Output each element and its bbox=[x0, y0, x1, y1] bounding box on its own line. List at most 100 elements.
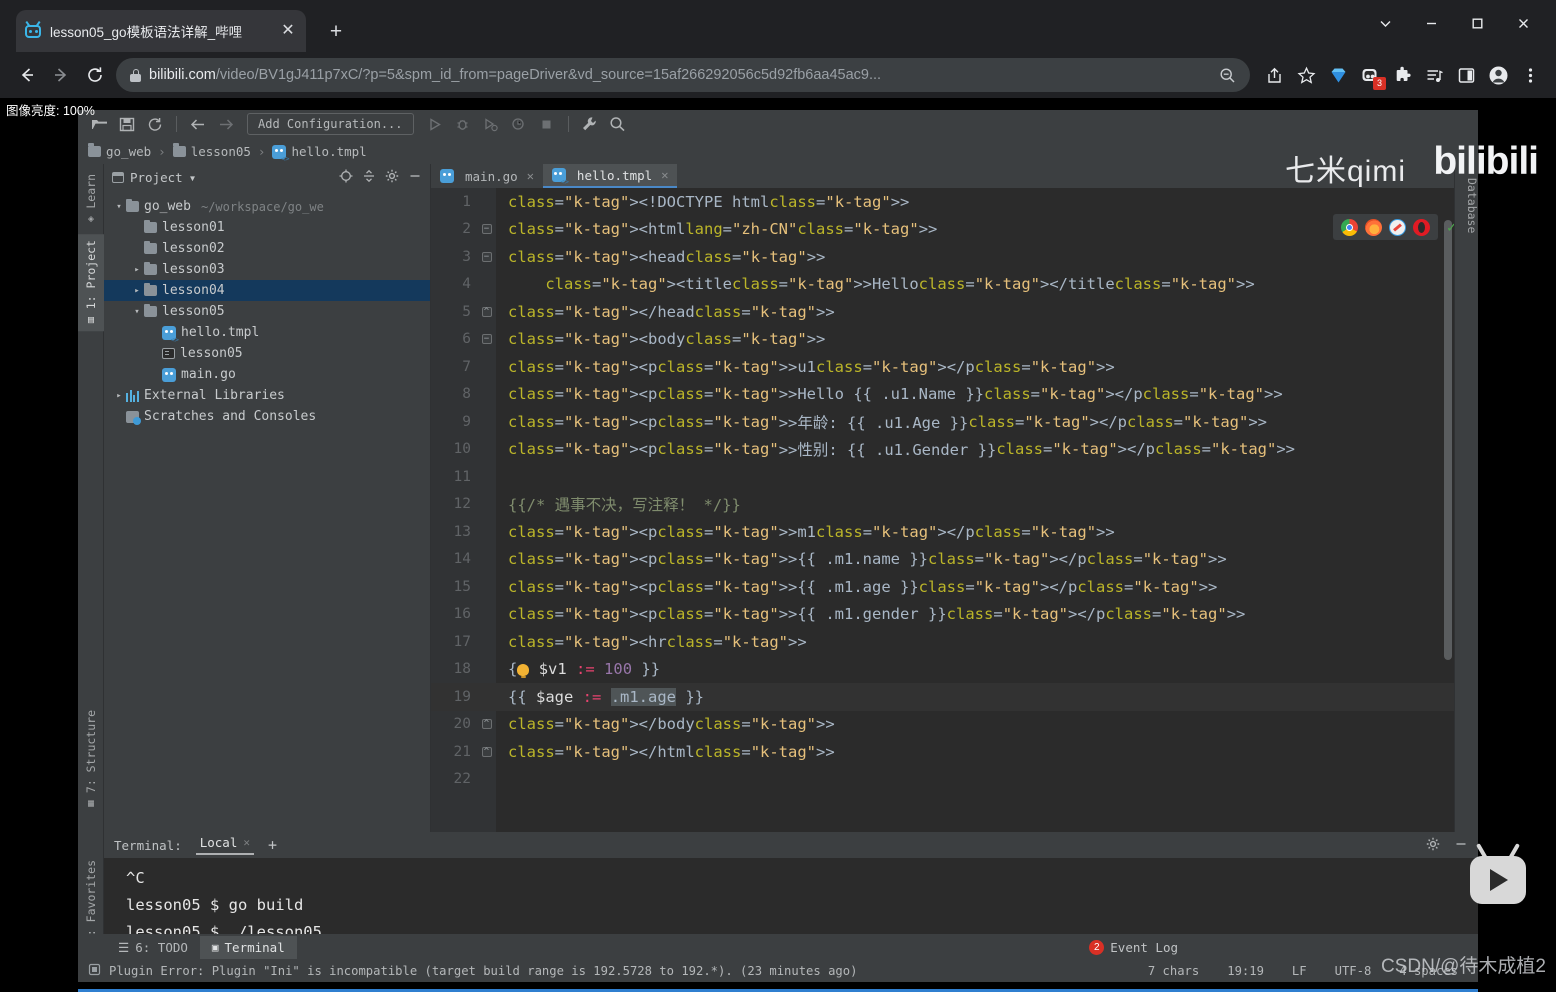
expand-arrow-icon[interactable]: ▾ bbox=[112, 202, 126, 212]
code-line[interactable]: 10 class="k-tag"><p class = "k-tag" >>性别: {{ … bbox=[431, 436, 1454, 464]
debug-icon[interactable] bbox=[450, 112, 476, 136]
side-panel-icon[interactable] bbox=[1450, 58, 1482, 92]
tool-tab-todo[interactable]: ☰ 6: TODO bbox=[106, 936, 200, 959]
code-fold-toggle-icon[interactable]: − bbox=[481, 224, 492, 235]
code-line[interactable]: 22 bbox=[431, 766, 1454, 794]
back-arrow-icon[interactable] bbox=[10, 58, 44, 92]
new-tab-button[interactable]: + bbox=[322, 18, 350, 46]
inspection-ok-icon[interactable]: ✓ bbox=[1447, 218, 1454, 236]
zoom-out-icon[interactable] bbox=[1214, 62, 1240, 88]
code-line[interactable]: 11 bbox=[431, 463, 1454, 491]
code-fold-toggle-icon[interactable]: ^ bbox=[481, 306, 492, 317]
tree-item-lesson01[interactable]: lesson01 bbox=[104, 217, 430, 238]
breadcrumb-item-go-web[interactable]: go_web bbox=[88, 143, 151, 159]
status-message[interactable]: Plugin Error: Plugin "Ini" is incompatib… bbox=[88, 963, 857, 979]
code-line[interactable]: 4 class="k-tag"><title class = "k-tag" >>Hel… bbox=[431, 271, 1454, 299]
tree-item-scratches-and-consoles[interactable]: Scratches and Consoles bbox=[104, 406, 430, 427]
safari-icon[interactable] bbox=[1389, 218, 1406, 236]
settings-gear-icon[interactable] bbox=[385, 168, 399, 187]
run-coverage-icon[interactable] bbox=[478, 112, 504, 136]
code-fold-toggle-icon[interactable]: − bbox=[481, 251, 492, 262]
browser-tab[interactable]: lesson05_go模板语法详解_哔哩 ✕ bbox=[16, 10, 306, 52]
terminal-tab-local[interactable]: Local ✕ bbox=[195, 835, 254, 855]
code-line[interactable]: 7 class="k-tag"><p class = "k-tag" >>u1 class =… bbox=[431, 353, 1454, 381]
sidebar-item-project[interactable]: ▤ 1: Project bbox=[78, 234, 104, 332]
code-line[interactable]: 17 class="k-tag"><hr class = "k-tag" >> bbox=[431, 628, 1454, 656]
code-line[interactable]: 14 class="k-tag"><p class = "k-tag" >>{{ .m1.… bbox=[431, 546, 1454, 574]
tree-item-lesson04[interactable]: ▸ lesson04 bbox=[104, 280, 430, 301]
code-fold-toggle-icon[interactable]: ^ bbox=[481, 719, 492, 730]
forward-arrow-icon[interactable] bbox=[44, 58, 78, 92]
minimize-icon[interactable] bbox=[1408, 6, 1454, 40]
forward-arrow-icon[interactable] bbox=[213, 112, 239, 136]
code-line[interactable]: 21 ^ class="k-tag"></html class = "k-tag" >> bbox=[431, 738, 1454, 766]
opera-icon[interactable] bbox=[1413, 218, 1430, 236]
locate-target-icon[interactable] bbox=[339, 168, 353, 187]
status-encoding[interactable]: UTF-8 bbox=[1335, 964, 1372, 978]
editor-tab-main-go[interactable]: main.go ✕ bbox=[431, 164, 543, 188]
expand-arrow-icon[interactable]: ▸ bbox=[130, 286, 144, 296]
close-icon[interactable] bbox=[1500, 6, 1546, 40]
close-icon[interactable]: ✕ bbox=[278, 21, 298, 41]
intention-bulb-icon[interactable] bbox=[517, 664, 530, 679]
status-line-separator[interactable]: LF bbox=[1292, 964, 1307, 978]
star-icon[interactable] bbox=[1290, 58, 1322, 92]
collapse-all-icon[interactable] bbox=[362, 168, 376, 187]
badge-icon[interactable]: 3 bbox=[1354, 58, 1386, 92]
run-configuration-selector[interactable]: Add Configuration... bbox=[247, 113, 414, 135]
code-line[interactable]: 8 class="k-tag"><p class = "k-tag" >>Hello {{… bbox=[431, 381, 1454, 409]
code-line[interactable]: 1 class="k-tag"><!DOCTYPE html class = "k-ta… bbox=[431, 188, 1454, 216]
code-line[interactable]: 18 { $v1 := 100 }} bbox=[431, 656, 1454, 684]
code-fold-toggle-icon[interactable]: ^ bbox=[481, 746, 492, 757]
profile-avatar-icon[interactable] bbox=[1482, 58, 1514, 92]
project-panel-title[interactable]: Project ▾ bbox=[112, 170, 196, 185]
expand-arrow-icon[interactable]: ▸ bbox=[130, 265, 144, 275]
code-line[interactable]: 5 ^ class="k-tag"></head class = "k-tag" >> bbox=[431, 298, 1454, 326]
tree-item-main-go[interactable]: main.go bbox=[104, 364, 430, 385]
hide-panel-icon[interactable] bbox=[1454, 837, 1468, 854]
extensions-puzzle-icon[interactable] bbox=[1386, 58, 1418, 92]
editor-tab-hello-tmpl[interactable]: hello.tmpl ✕ bbox=[542, 164, 678, 188]
address-bar[interactable]: bilibili.com/video/BV1gJ411p7xC/?p=5&spm… bbox=[116, 58, 1250, 92]
code-line[interactable]: 2− class="k-tag"><html lang = "zh-CN" class =… bbox=[431, 216, 1454, 244]
share-icon[interactable] bbox=[1258, 58, 1290, 92]
breadcrumb-item-lesson05[interactable]: lesson05 bbox=[172, 143, 251, 159]
code-line[interactable]: 19 {{ $age := .m1.age }} bbox=[431, 683, 1454, 711]
diamond-icon[interactable] bbox=[1322, 58, 1354, 92]
code-line[interactable]: 12 {{/* 遇事不决，写注释！ */}} bbox=[431, 491, 1454, 519]
breadcrumb-item-hello-tmpl[interactable]: hello.tmpl bbox=[272, 144, 367, 163]
close-icon[interactable]: ✕ bbox=[661, 168, 668, 182]
tree-item-lesson05[interactable]: lesson05 bbox=[104, 343, 430, 364]
add-terminal-button[interactable]: + bbox=[268, 836, 277, 854]
stop-icon[interactable] bbox=[534, 112, 560, 136]
save-icon[interactable] bbox=[114, 112, 140, 136]
close-icon[interactable]: ✕ bbox=[527, 169, 534, 183]
chevron-down-icon[interactable]: ▾ bbox=[189, 170, 197, 185]
chevron-down-icon[interactable] bbox=[1362, 6, 1408, 40]
code-line[interactable]: 3− class="k-tag"><head class = "k-tag" >> bbox=[431, 243, 1454, 271]
maximize-icon[interactable] bbox=[1454, 6, 1500, 40]
profile-run-icon[interactable] bbox=[506, 112, 532, 136]
sidebar-item-learn[interactable]: ◈ Learn bbox=[78, 168, 104, 231]
code-line[interactable]: 13 class="k-tag"><p class = "k-tag" >>m1 class… bbox=[431, 518, 1454, 546]
back-arrow-icon[interactable] bbox=[185, 112, 211, 136]
expand-arrow-icon[interactable]: ▸ bbox=[112, 391, 126, 401]
code-line[interactable]: 9 class="k-tag"><p class = "k-tag" >>年龄: {{ .… bbox=[431, 408, 1454, 436]
reload-icon[interactable] bbox=[78, 58, 112, 92]
tree-item-external-libraries[interactable]: ▸ External Libraries bbox=[104, 385, 430, 406]
code-line[interactable]: 15 class="k-tag"><p class = "k-tag" >>{{ .m1.… bbox=[431, 573, 1454, 601]
tree-item-hello-tmpl[interactable]: hello.tmpl bbox=[104, 322, 430, 344]
run-icon[interactable] bbox=[422, 112, 448, 136]
expand-arrow-icon[interactable]: ▾ bbox=[130, 307, 144, 317]
sidebar-item-structure[interactable]: ▦ 7: Structure bbox=[78, 704, 104, 815]
firefox-icon[interactable] bbox=[1365, 218, 1382, 236]
refresh-icon[interactable] bbox=[142, 112, 168, 136]
settings-gear-icon[interactable] bbox=[1426, 837, 1440, 854]
close-icon[interactable]: ✕ bbox=[243, 836, 250, 849]
tree-item-go-web[interactable]: ▾ go_web ~/workspace/go_we bbox=[104, 196, 430, 217]
three-dot-menu-icon[interactable] bbox=[1514, 58, 1546, 92]
code-line[interactable]: 6− class="k-tag"><body class = "k-tag" >> bbox=[431, 326, 1454, 354]
playlist-music-icon[interactable] bbox=[1418, 58, 1450, 92]
hide-panel-icon[interactable] bbox=[408, 168, 422, 187]
status-caret-position[interactable]: 19:19 bbox=[1227, 964, 1264, 978]
